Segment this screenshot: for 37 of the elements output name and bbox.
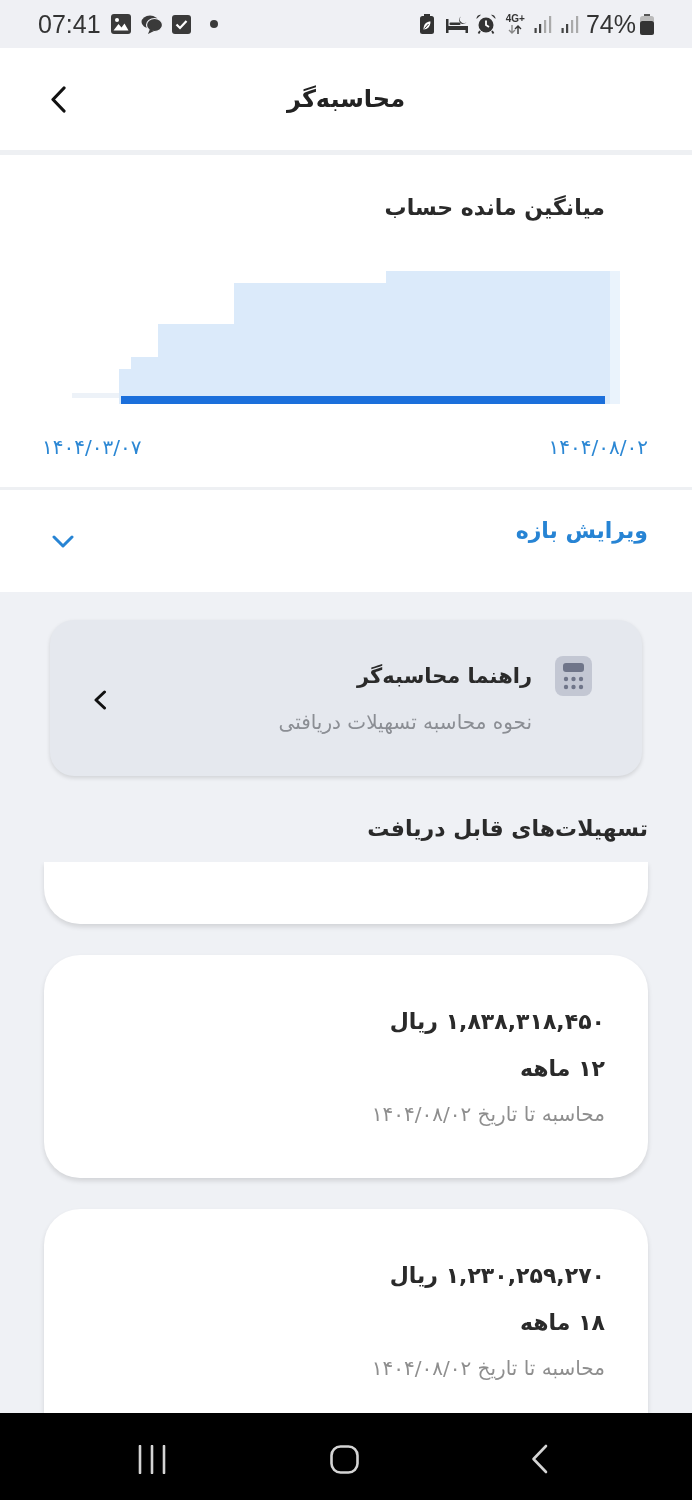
edit-range-toggle[interactable]: ویرایش بازه (0, 490, 692, 592)
chat-bubbles-icon (140, 14, 163, 34)
loan-term: ۱۲ ماهه (520, 1055, 605, 1083)
calculator-icon (555, 656, 592, 696)
back-chevron-icon (50, 85, 66, 113)
network-type-label: 4G+ (505, 14, 525, 24)
battery-percent: 74% (585, 9, 636, 39)
battery-leaf-icon (419, 14, 434, 34)
notification-dot-icon (209, 20, 218, 28)
loan-term: ۱۸ ماهه (520, 1309, 605, 1337)
facility-card[interactable]: ۱,۸۳۸,۳۱۸,۴۵۰ ریال ۱۲ ماهه محاسبه تا تاریخ ۱۴۰۴/۰۸/۰۲ (44, 955, 648, 1178)
clock-time: 07:41 (38, 9, 101, 39)
chevron-left-icon (93, 690, 107, 710)
chart-title: میانگین مانده حساب (384, 194, 605, 223)
section-title: تسهیلات‌های قابل دریافت (367, 815, 648, 844)
guide-card[interactable]: راهنما محاسبه‌گر نحوه محاسبه تسهیلات دریافتی (50, 620, 642, 776)
checkbox-icon (171, 14, 191, 34)
battery-icon (640, 13, 654, 35)
image-icon (110, 14, 131, 34)
start-date-label: ۱۴۰۴/۰۳/۰۷ (42, 434, 142, 461)
calculation-date-note: محاسبه تا تاریخ ۱۴۰۴/۰۸/۰۲ (371, 1101, 605, 1128)
end-date-label: ۱۴۰۴/۰۸/۰۲ (548, 434, 648, 461)
bed-icon (445, 15, 468, 33)
back-icon[interactable] (531, 1444, 548, 1474)
loan-amount: ۱,۸۳۸,۳۱۸,۴۵۰ ریال (389, 1008, 605, 1036)
home-icon[interactable] (330, 1444, 359, 1474)
alarm-clock-icon (475, 14, 496, 34)
recent-apps-icon[interactable] (138, 1444, 166, 1474)
calculation-date-note: محاسبه تا تاریخ ۱۴۰۴/۰۸/۰۲ (371, 1355, 605, 1382)
guide-subtitle: نحوه محاسبه تسهیلات دریافتی (278, 709, 532, 736)
signal-bars-icon (533, 15, 552, 33)
data-arrows-icon (508, 25, 523, 34)
facility-card[interactable]: ۱,۲۳۰,۲۵۹,۲۷۰ ریال ۱۸ ماهه محاسبه تا تاریخ ۱۴۰۴/۰۸/۰۲ (44, 1209, 648, 1413)
guide-title: راهنما محاسبه‌گر (357, 663, 532, 690)
signal-bars-icon (560, 15, 579, 33)
loan-amount: ۱,۲۳۰,۲۵۹,۲۷۰ ریال (389, 1262, 605, 1290)
page-title: محاسبه‌گر (287, 84, 405, 115)
